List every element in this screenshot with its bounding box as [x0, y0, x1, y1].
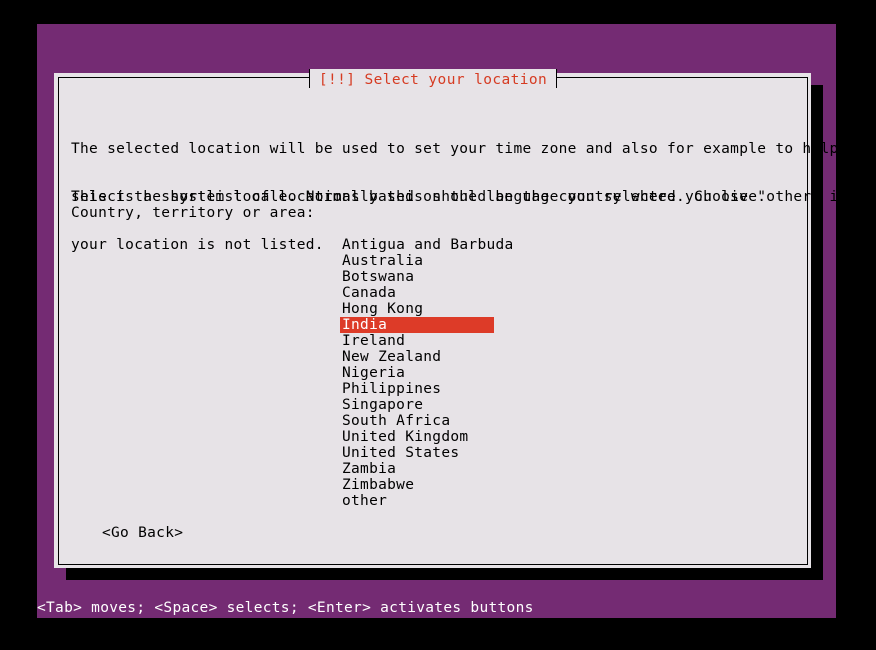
list-item[interactable]: South Africa: [340, 413, 500, 429]
list-item[interactable]: Antigua and Barbuda: [340, 237, 513, 253]
list-item[interactable]: Hong Kong: [340, 301, 500, 317]
dialog-content: The selected location will be used to se…: [59, 78, 847, 564]
list-item[interactable]: Singapore: [340, 397, 500, 413]
list-item[interactable]: Zimbabwe: [340, 477, 500, 493]
dialog-frame: [!!] Select your location The selected l…: [58, 68, 847, 565]
list-item[interactable]: Australia: [340, 253, 500, 269]
list-item[interactable]: Philippines: [340, 381, 500, 397]
list-item[interactable]: Ireland: [340, 333, 500, 349]
go-back-button[interactable]: <Go Back>: [102, 525, 183, 541]
status-bar-hint: <Tab> moves; <Space> selects; <Enter> ac…: [37, 599, 836, 618]
list-item[interactable]: Canada: [340, 285, 500, 301]
list-item[interactable]: other: [340, 493, 500, 509]
list-item[interactable]: Botswana: [340, 269, 500, 285]
intro-line-1: The selected location will be used to se…: [71, 141, 839, 157]
shortlist-line-1: This is a shortlist of locations based o…: [71, 189, 848, 205]
list-item-selected[interactable]: India: [340, 317, 494, 333]
list-item[interactable]: United Kingdom: [340, 429, 500, 445]
list-item[interactable]: Nigeria: [340, 365, 500, 381]
select-location-dialog: [!!] Select your location The selected l…: [54, 68, 847, 568]
list-item[interactable]: United States: [340, 445, 500, 461]
list-item[interactable]: Zambia: [340, 461, 500, 477]
country-list[interactable]: Antigua and Barbuda Australia Botswana C…: [340, 237, 513, 509]
installer-screen: [!!] Select your location The selected l…: [0, 0, 876, 650]
list-item[interactable]: New Zealand: [340, 349, 500, 365]
country-prompt-label: Country, territory or area:: [71, 205, 315, 221]
